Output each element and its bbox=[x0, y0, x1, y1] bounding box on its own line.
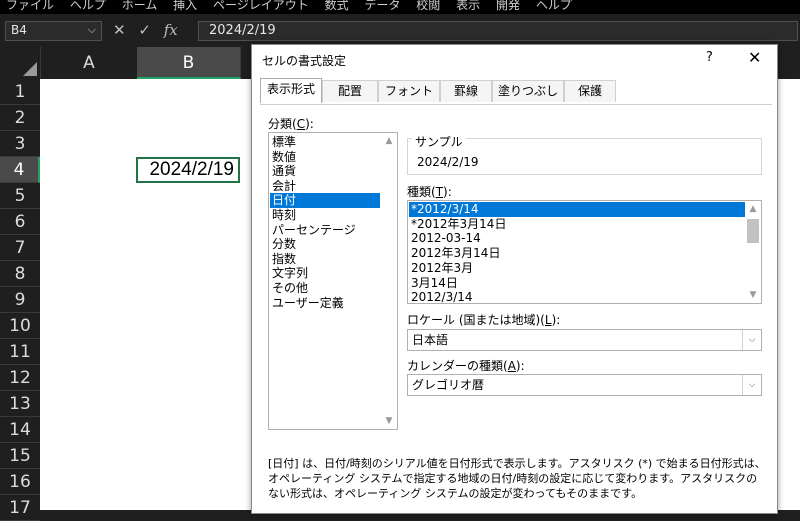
tab-border[interactable]: 罫線 bbox=[440, 80, 492, 102]
select-all-corner[interactable] bbox=[0, 47, 41, 79]
calendar-label: カレンダーの種類(A): bbox=[407, 359, 525, 373]
column-header-a[interactable]: A bbox=[41, 47, 138, 79]
formula-input[interactable]: 2024/2/19 bbox=[198, 21, 798, 41]
category-item[interactable]: 文字列 bbox=[270, 266, 380, 281]
format-description: [日付] は、日付/時刻のシリアル値を日付形式で表示します。アスタリスク (*)… bbox=[268, 457, 766, 500]
enter-icon[interactable]: ✓ bbox=[138, 21, 151, 39]
menu-page-layout[interactable]: ページレイアウト bbox=[213, 0, 309, 11]
category-item[interactable]: 通貨 bbox=[270, 164, 380, 179]
type-item[interactable]: 2012-03-14 bbox=[409, 231, 745, 246]
row-header[interactable]: 2 bbox=[0, 105, 40, 131]
menu-help1[interactable]: ヘルプ bbox=[70, 0, 106, 11]
scroll-up-icon[interactable]: ▲ bbox=[745, 201, 761, 217]
formula-bar: B4 ⌵ ✕ ✓ fx 2024/2/19 bbox=[0, 18, 800, 44]
locale-label: ロケール (国または地域)(L): bbox=[407, 313, 561, 327]
tab-fill[interactable]: 塗りつぶし bbox=[492, 80, 564, 102]
row-header[interactable]: 17 bbox=[0, 495, 40, 521]
format-cells-dialog: セルの書式設定 ? ✕ 表示形式 配置 フォント 罫線 塗りつぶし 保護 分類(… bbox=[251, 44, 778, 514]
dialog-titlebar[interactable]: セルの書式設定 ? ✕ bbox=[252, 45, 777, 74]
row-headers: 1 2 3 4 5 6 7 8 9 10 11 12 13 14 15 16 1… bbox=[0, 79, 40, 521]
cancel-icon[interactable]: ✕ bbox=[113, 21, 126, 39]
category-item[interactable]: 会計 bbox=[270, 179, 380, 194]
menu-data[interactable]: データ bbox=[364, 0, 400, 11]
name-box[interactable]: B4 ⌵ bbox=[5, 21, 102, 41]
calendar-select[interactable]: グレゴリオ暦 ⌵ bbox=[407, 374, 762, 396]
tab-font[interactable]: フォント bbox=[378, 80, 440, 102]
row-header[interactable]: 3 bbox=[0, 131, 40, 157]
row-header[interactable]: 16 bbox=[0, 469, 40, 495]
category-scrollbar[interactable]: ▲ ▼ bbox=[381, 133, 397, 429]
type-item[interactable]: *2012年3月14日 bbox=[409, 217, 745, 232]
row-header[interactable]: 8 bbox=[0, 261, 40, 287]
formula-icons: ✕ ✓ fx bbox=[113, 21, 186, 41]
menu-file[interactable]: ファイル bbox=[6, 0, 54, 11]
type-item[interactable]: 2012年3月14日 bbox=[409, 246, 745, 261]
category-item[interactable]: 数値 bbox=[270, 150, 380, 165]
menu-view[interactable]: 表示 bbox=[456, 0, 480, 11]
row-header[interactable]: 4 bbox=[0, 157, 40, 183]
category-label: 分類(C): bbox=[268, 117, 314, 131]
cell-b4[interactable]: 2024/2/19 bbox=[136, 157, 240, 183]
category-list[interactable]: 標準 数値 通貨 会計 日付 時刻 パーセンテージ 分数 指数 文字列 その他 … bbox=[268, 132, 398, 430]
type-item-selected[interactable]: *2012/3/14 bbox=[409, 202, 745, 217]
dialog-tabs: 表示形式 配置 フォント 罫線 塗りつぶし 保護 bbox=[260, 78, 772, 105]
sample-value: 2024/2/19 bbox=[417, 155, 479, 169]
type-scrollbar[interactable]: ▲ ▼ bbox=[745, 201, 761, 303]
locale-select[interactable]: 日本語 ⌵ bbox=[407, 329, 762, 351]
menu-bar: ファイル ヘルプ ホーム 挿入 ページレイアウト 数式 データ 校閲 表示 開発… bbox=[0, 0, 800, 14]
row-header[interactable]: 7 bbox=[0, 235, 40, 261]
row-header[interactable]: 15 bbox=[0, 443, 40, 469]
dialog-title: セルの書式設定 bbox=[262, 54, 347, 68]
name-box-value: B4 bbox=[11, 23, 27, 37]
row-header[interactable]: 9 bbox=[0, 287, 40, 313]
type-label: 種類(T): bbox=[407, 185, 452, 199]
row-header[interactable]: 12 bbox=[0, 365, 40, 391]
category-item-selected[interactable]: 日付 bbox=[270, 193, 380, 208]
category-item[interactable]: 分数 bbox=[270, 237, 380, 252]
menu-home[interactable]: ホーム bbox=[122, 0, 158, 11]
type-item[interactable]: 2012年3月 bbox=[409, 261, 745, 276]
category-item[interactable]: その他 bbox=[270, 281, 380, 296]
category-item[interactable]: 標準 bbox=[270, 135, 380, 150]
menu-formulas[interactable]: 数式 bbox=[325, 0, 349, 11]
category-item[interactable]: 時刻 bbox=[270, 208, 380, 223]
menu-help[interactable]: ヘルプ bbox=[536, 0, 572, 11]
calendar-value: グレゴリオ暦 bbox=[412, 378, 485, 392]
tab-alignment[interactable]: 配置 bbox=[322, 80, 378, 102]
help-button[interactable]: ? bbox=[706, 50, 713, 65]
select-all-icon bbox=[23, 62, 37, 76]
scroll-down-icon[interactable]: ▼ bbox=[745, 287, 761, 303]
chevron-down-icon[interactable]: ⌵ bbox=[88, 23, 96, 37]
row-header[interactable]: 6 bbox=[0, 209, 40, 235]
menu-insert[interactable]: 挿入 bbox=[173, 0, 197, 11]
type-list[interactable]: *2012/3/14 *2012年3月14日 2012-03-14 2012年3… bbox=[407, 200, 762, 304]
scroll-thumb[interactable] bbox=[747, 219, 759, 243]
menu-developer[interactable]: 開発 bbox=[496, 0, 520, 11]
category-item[interactable]: ユーザー定義 bbox=[270, 296, 380, 311]
menu-review[interactable]: 校閲 bbox=[416, 0, 440, 11]
sample-label: サンプル bbox=[412, 133, 466, 150]
row-header[interactable]: 1 bbox=[0, 79, 40, 105]
row-header[interactable]: 13 bbox=[0, 391, 40, 417]
category-item[interactable]: パーセンテージ bbox=[270, 223, 380, 238]
chevron-down-icon[interactable]: ⌵ bbox=[742, 375, 761, 395]
scroll-down-icon[interactable]: ▼ bbox=[381, 413, 397, 429]
close-button[interactable]: ✕ bbox=[748, 48, 761, 67]
type-item[interactable]: 2012/3/14 bbox=[409, 290, 745, 303]
function-icon[interactable]: fx bbox=[164, 21, 178, 39]
row-header[interactable]: 10 bbox=[0, 313, 40, 339]
tab-protection[interactable]: 保護 bbox=[564, 80, 616, 102]
column-header-b[interactable]: B bbox=[137, 47, 241, 79]
locale-value: 日本語 bbox=[412, 333, 449, 347]
category-item[interactable]: 指数 bbox=[270, 252, 380, 267]
row-header[interactable]: 5 bbox=[0, 183, 40, 209]
row-header[interactable]: 14 bbox=[0, 417, 40, 443]
row-header[interactable]: 11 bbox=[0, 339, 40, 365]
type-item[interactable]: 3月14日 bbox=[409, 276, 745, 291]
tab-number[interactable]: 表示形式 bbox=[260, 78, 322, 103]
chevron-down-icon[interactable]: ⌵ bbox=[742, 330, 761, 350]
scroll-up-icon[interactable]: ▲ bbox=[381, 133, 397, 149]
